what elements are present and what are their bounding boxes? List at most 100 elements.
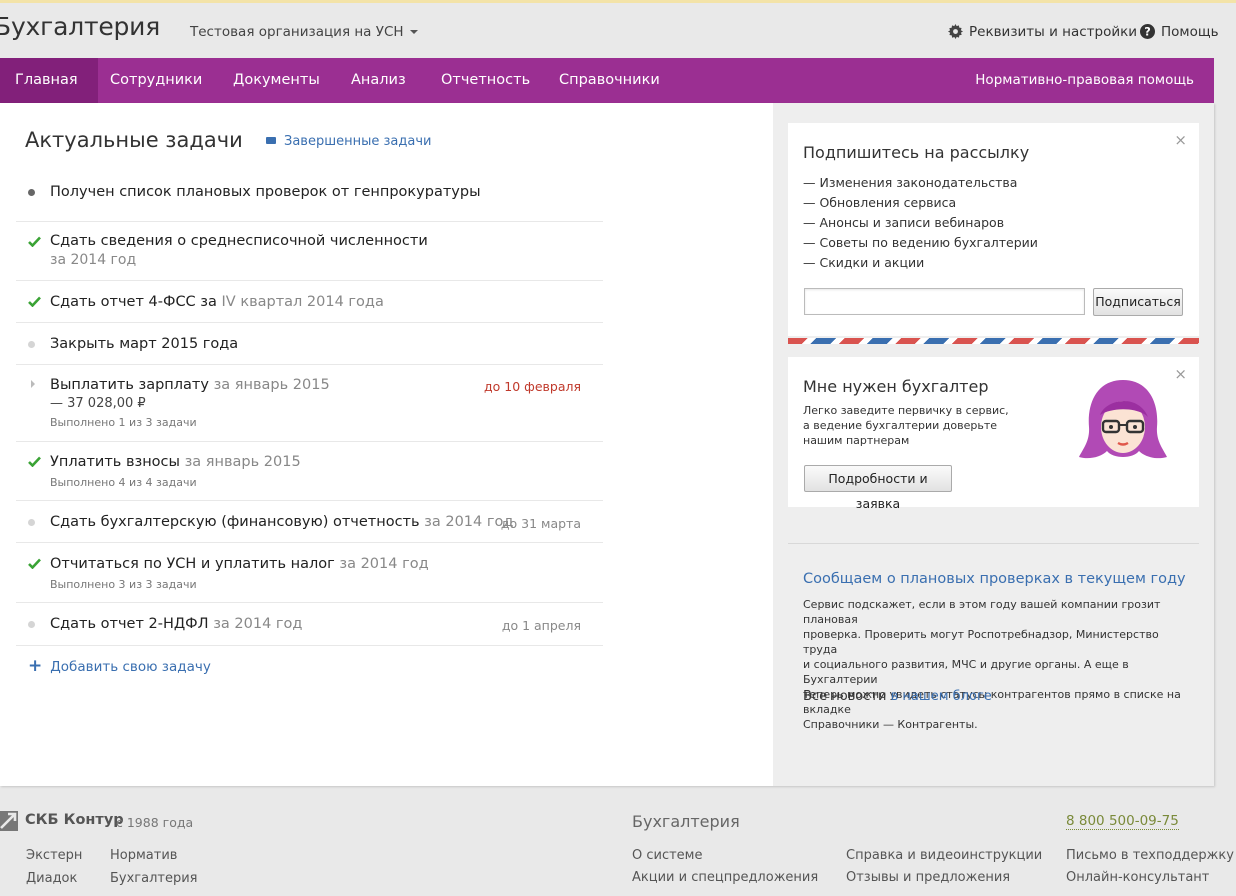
task-progress: Выполнено 4 из 4 задачи [50, 476, 197, 489]
footer-phone[interactable]: 8 800 500-09-75 [1066, 813, 1179, 830]
settings-label: Реквизиты и настройки [969, 24, 1138, 40]
news-text-line: проверка. Проверить могут Роспотребнадзо… [803, 628, 1159, 656]
organization-name: Тестовая организация на УСН [190, 24, 404, 40]
completed-tasks-link[interactable]: Завершенные задачи [266, 134, 431, 149]
add-task-label: Добавить свою задачу [50, 659, 211, 675]
footer-link-about[interactable]: О системе [632, 848, 702, 863]
task-due: до 10 февраля [484, 379, 581, 394]
subscribe-box: × Подпишитесь на рассылку — Изменения за… [788, 123, 1199, 344]
accountant-text-line: Легко заведите первичку в сервис, [803, 404, 1009, 417]
nav-item-employees[interactable]: Сотрудники [110, 58, 202, 103]
task-due: до 31 марта [500, 516, 581, 531]
close-icon[interactable]: × [1174, 365, 1187, 383]
help-icon: ? [1140, 24, 1155, 39]
accountant-text-line: нашим партнерам [803, 434, 910, 447]
envelope-stripe [788, 338, 1199, 344]
nav-item-references[interactable]: Справочники [559, 58, 660, 103]
accountant-avatar-illustration [1079, 380, 1167, 475]
subscribe-topic: — Скидки и акции [803, 255, 925, 270]
nav-item-analysis[interactable]: Анализ [351, 58, 406, 103]
news-title-link[interactable]: Сообщаем о плановых проверках в текущем … [803, 571, 1186, 587]
task-title: Сдать отчет 4-ФСС за [50, 294, 217, 310]
nav-legal-help[interactable]: Нормативно-правовая помощь [975, 58, 1194, 103]
task-progress: Выполнено 1 из 3 задачи [50, 416, 197, 429]
plus-icon: + [28, 656, 43, 676]
footer-link-online-consultant[interactable]: Онлайн-консультант [1066, 870, 1209, 885]
accountant-title: Мне нужен бухгалтер [803, 377, 989, 396]
task-row[interactable]: Получен список плановых проверок от генп… [16, 173, 603, 222]
task-row[interactable]: Сдать отчет 2-НДФЛ за 2014 год до 1 апре… [16, 603, 603, 646]
main-card: Актуальные задачи Завершенные задачи Пол… [0, 103, 1214, 786]
footer-link-feedback[interactable]: Отзывы и предложения [846, 870, 1010, 885]
settings-link[interactable]: Реквизиты и настройки [948, 24, 1137, 40]
task-title: Сдать бухгалтерскую (финансовую) отчетно… [50, 514, 420, 530]
completed-tasks-label: Завершенные задачи [284, 134, 432, 149]
news-text: Сервис подскажет, если в этом году вашей… [803, 597, 1193, 732]
task-title: Закрыть март 2015 года [50, 336, 239, 352]
news-text-line: Сервис подскажет, если в этом году вашей… [803, 598, 1161, 626]
add-task-link[interactable]: + Добавить свою задачу [28, 656, 211, 676]
footer-link-offers[interactable]: Акции и спецпредложения [632, 870, 818, 885]
status-dot-icon [28, 621, 35, 628]
task-period: за январь 2015 [213, 377, 330, 393]
subscribe-topic: — Анонсы и записи вебинаров [803, 215, 1005, 230]
subscribe-title: Подпишитесь на рассылку [803, 143, 1030, 162]
task-row[interactable]: Отчитаться по УСН и уплатить налог за 20… [16, 543, 603, 603]
task-row[interactable]: Сдать отчет 4-ФСС за IV квартал 2014 год… [16, 281, 603, 323]
task-period: за январь 2015 [184, 454, 301, 470]
caret-down-icon [409, 30, 418, 34]
task-row[interactable]: Сдать бухгалтерскую (финансовую) отчетно… [16, 501, 603, 543]
tasks-title: Актуальные задачи [25, 128, 243, 152]
footer-link-help-videos[interactable]: Справка и видеоинструкции [846, 848, 1042, 863]
subscribe-button[interactable]: Подписаться [1093, 288, 1183, 316]
nav-item-home[interactable]: Главная [0, 58, 98, 103]
subscribe-topic: — Советы по ведению бухгалтерии [803, 235, 1038, 250]
check-icon [28, 456, 41, 467]
brand-title[interactable]: Бухгалтерия [0, 12, 160, 41]
task-title: Сдать сведения о среднесписочной численн… [50, 233, 428, 249]
status-dot-icon [28, 341, 35, 348]
footer-since: с 1988 года [116, 815, 194, 830]
help-link[interactable]: ? Помощь [1140, 24, 1219, 40]
task-row[interactable]: Выплатить зарплату за январь 2015 — 37 0… [16, 365, 603, 442]
task-row[interactable]: Сдать сведения о среднесписочной численн… [16, 222, 603, 281]
task-row[interactable]: Уплатить взносы за январь 2015 Выполнено… [16, 442, 603, 501]
footer-company[interactable]: СКБ Контур [25, 812, 124, 828]
svg-text:?: ? [1144, 26, 1151, 39]
task-period: за 2014 год [339, 556, 429, 572]
close-icon[interactable]: × [1174, 131, 1187, 149]
nav-item-documents[interactable]: Документы [233, 58, 320, 103]
task-subtitle: за 2014 год [50, 252, 137, 268]
task-title: Отчитаться по УСН и уплатить налог [50, 556, 335, 572]
blog-line: Все новости в нашем блоге [803, 689, 992, 704]
task-period: за 2014 год [213, 616, 303, 632]
task-row[interactable]: Закрыть март 2015 года [16, 323, 603, 365]
subscribe-topics: — Изменения законодательства — Обновлени… [803, 173, 1038, 273]
email-input[interactable] [804, 288, 1085, 315]
task-title: Получен список плановых проверок от генп… [50, 184, 481, 200]
check-icon [28, 558, 41, 569]
organization-selector[interactable]: Тестовая организация на УСН [190, 24, 418, 40]
footer-link-support-email[interactable]: Письмо в техподдержку [1066, 848, 1234, 863]
subscribe-topic: — Обновления сервиса [803, 195, 957, 210]
subscribe-topic: — Изменения законодательства [803, 175, 1018, 190]
expand-arrow-icon[interactable] [31, 380, 35, 388]
details-request-button[interactable]: Подробности и заявка [804, 465, 952, 511]
footer-link-diadoc[interactable]: Диадок [26, 871, 77, 886]
help-label: Помощь [1161, 24, 1219, 40]
check-icon [28, 296, 41, 307]
task-period: IV квартал 2014 года [221, 294, 384, 310]
footer-link-buhgalteria[interactable]: Бухгалтерия [110, 871, 198, 886]
blog-link[interactable]: в нашем блоге [891, 689, 992, 704]
task-progress: Выполнено 3 из 3 задачи [50, 578, 197, 591]
main-nav: Главная Сотрудники Документы Анализ Отче… [0, 58, 1214, 103]
footer-product-title: Бухгалтерия [632, 812, 740, 831]
news-text-line: Справочники — Контрагенты. [803, 718, 978, 731]
footer-link-extern[interactable]: Экстерн [26, 848, 82, 863]
news-text-line: и социального развития, МЧС и другие орг… [803, 658, 1129, 686]
kontur-logo-icon [0, 811, 18, 831]
nav-item-reporting[interactable]: Отчетность [441, 58, 530, 103]
task-amount: — 37 028,00 ₽ [50, 396, 146, 411]
check-icon [28, 236, 41, 247]
footer-link-normativ[interactable]: Норматив [110, 848, 177, 863]
